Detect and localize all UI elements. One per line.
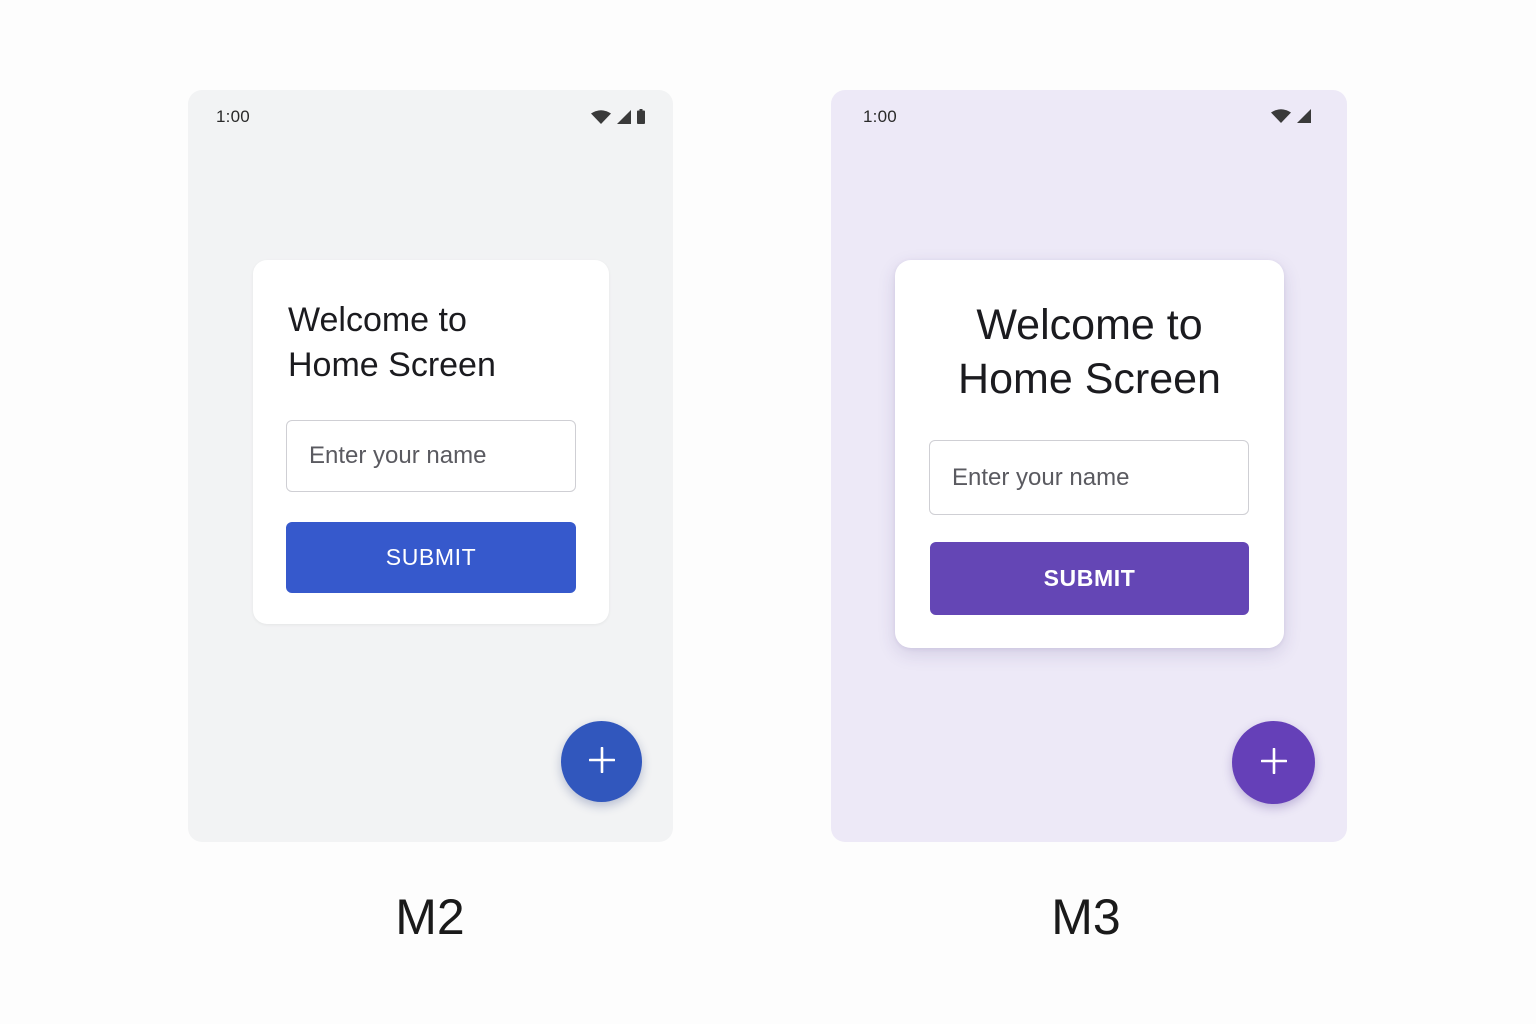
card-title: Welcome to Home Screen bbox=[288, 298, 588, 388]
title-line-2: Home Screen bbox=[958, 355, 1221, 403]
title-line-1: Welcome to bbox=[288, 301, 467, 339]
plus-icon bbox=[1260, 747, 1287, 777]
name-input[interactable] bbox=[929, 440, 1249, 515]
add-fab-button[interactable] bbox=[561, 721, 642, 802]
welcome-card: Welcome to Home Screen SUBMIT bbox=[253, 260, 609, 624]
m3-phone-screen: 1:00 Welcome to Home Screen SUBMIT bbox=[831, 90, 1347, 842]
card-title: Welcome to Home Screen bbox=[895, 298, 1284, 406]
wifi-icon bbox=[1271, 109, 1291, 123]
battery-icon bbox=[637, 109, 645, 124]
wifi-icon bbox=[591, 109, 611, 124]
status-time: 1:00 bbox=[863, 107, 897, 126]
name-input[interactable] bbox=[286, 420, 576, 492]
welcome-card: Welcome to Home Screen SUBMIT bbox=[895, 260, 1284, 648]
status-time: 1:00 bbox=[216, 107, 250, 126]
cellular-signal-icon bbox=[1297, 109, 1311, 123]
status-icons bbox=[591, 109, 645, 124]
submit-button[interactable]: SUBMIT bbox=[930, 542, 1249, 615]
plus-icon bbox=[588, 746, 615, 776]
title-line-2: Home Screen bbox=[288, 346, 496, 384]
submit-button[interactable]: SUBMIT bbox=[286, 522, 576, 593]
status-bar: 1:00 bbox=[188, 90, 673, 146]
add-fab-button[interactable] bbox=[1232, 721, 1315, 804]
status-bar: 1:00 bbox=[831, 90, 1347, 146]
m3-caption: M3 bbox=[1051, 889, 1121, 945]
cellular-signal-icon bbox=[617, 109, 631, 124]
status-icons bbox=[1271, 109, 1311, 123]
m2-phone-screen: 1:00 Welcome to Home Screen SUBMIT bbox=[188, 90, 673, 842]
m2-caption: M2 bbox=[395, 889, 465, 945]
title-line-1: Welcome to bbox=[976, 301, 1203, 349]
